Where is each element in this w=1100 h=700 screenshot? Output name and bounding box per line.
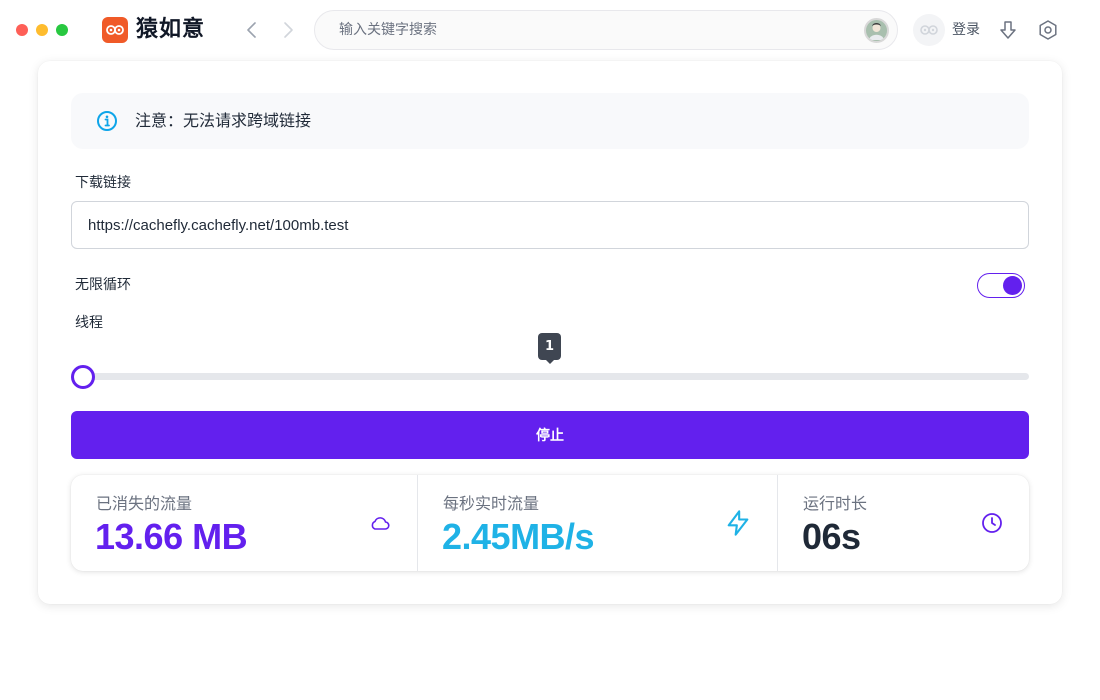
url-label: 下载链接 [75, 175, 131, 191]
stat-value: 06s [802, 516, 861, 557]
stat-value: 2.45MB/s [442, 516, 595, 557]
speed-test-card: 注意：无法请求跨域链接 下载链接 无限循环 线程 1 停止 已消失的流量 13.… [38, 61, 1062, 604]
back-button[interactable] [240, 18, 264, 42]
stat-runtime: 运行时长 06s [777, 475, 1029, 571]
lightning-icon [727, 510, 749, 536]
stat-title: 已消失的流量 [96, 494, 193, 513]
search-bar [314, 10, 898, 50]
app-title: 猿如意 [136, 17, 206, 42]
window-close-button[interactable] [16, 24, 28, 36]
login-avatar[interactable] [913, 14, 945, 46]
stat-title: 每秒实时流量 [443, 494, 540, 513]
chevron-right-icon [284, 22, 293, 38]
threads-slider-track[interactable] [71, 373, 1029, 380]
gear-icon [1039, 20, 1057, 40]
threads-tooltip: 1 [538, 333, 561, 364]
info-icon [97, 111, 117, 131]
stat-title: 运行时长 [803, 494, 868, 513]
url-input[interactable] [71, 201, 1029, 249]
stats-panel: 已消失的流量 13.66 MB 每秒实时流量 2.45MB/s 运行时长 06s [71, 475, 1029, 571]
window-minimize-button[interactable] [36, 24, 48, 36]
notice-text: 注意：无法请求跨域链接 [135, 111, 312, 130]
user-avatar[interactable] [864, 18, 889, 43]
download-button[interactable] [996, 18, 1020, 42]
stat-value: 13.66 MB [95, 516, 248, 557]
infinite-loop-toggle[interactable] [977, 273, 1025, 298]
search-input[interactable] [339, 11, 859, 49]
title-bar: 猿如意 登录 [0, 0, 1100, 60]
cloud-icon [371, 517, 390, 530]
download-icon [1000, 21, 1016, 39]
threads-slider-thumb[interactable] [71, 365, 95, 389]
threads-label: 线程 [75, 315, 103, 331]
notice-banner: 注意：无法请求跨域链接 [71, 93, 1029, 149]
settings-button[interactable] [1036, 18, 1060, 42]
guest-avatar-icon [920, 25, 938, 35]
stat-consumed-traffic: 已消失的流量 13.66 MB [71, 475, 417, 571]
app-logo-icon [102, 17, 128, 43]
clock-icon [982, 513, 1002, 533]
forward-button[interactable] [276, 18, 300, 42]
chevron-left-icon [247, 22, 256, 38]
toggle-knob [1003, 276, 1022, 295]
stat-realtime-rate: 每秒实时流量 2.45MB/s [417, 475, 777, 571]
login-link[interactable]: 登录 [952, 20, 980, 40]
loop-label: 无限循环 [75, 277, 131, 293]
window-zoom-button[interactable] [56, 24, 68, 36]
stop-button[interactable]: 停止 [71, 411, 1029, 459]
